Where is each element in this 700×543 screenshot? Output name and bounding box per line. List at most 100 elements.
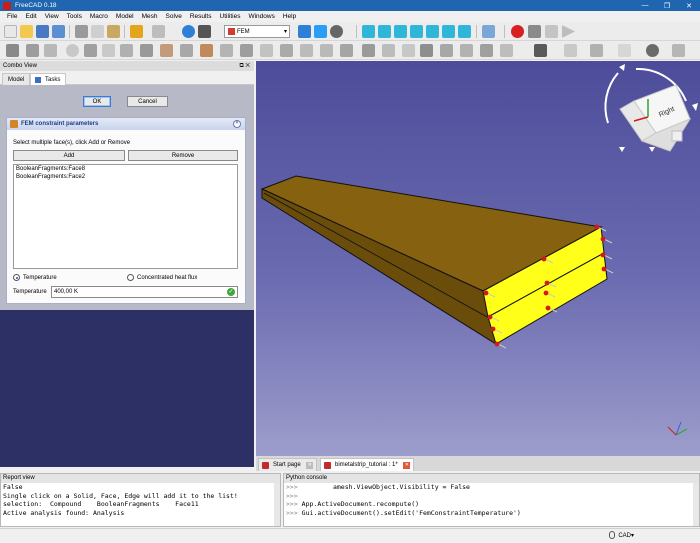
constraint-fixed-icon[interactable] xyxy=(120,44,133,57)
navigation-style-selector[interactable]: CAD▾ xyxy=(609,531,634,539)
menu-results[interactable]: Results xyxy=(186,13,216,20)
constraint-force-icon[interactable] xyxy=(160,44,173,57)
cut-icon[interactable] xyxy=(75,25,88,38)
add-face-button[interactable]: Add xyxy=(13,150,125,161)
element-rotation-icon[interactable] xyxy=(102,44,115,57)
measure-distance-icon[interactable] xyxy=(482,25,495,38)
constraint-heatflux-icon[interactable] xyxy=(220,44,233,57)
whats-this-icon[interactable] xyxy=(198,25,211,38)
radio-heat-flux[interactable]: Concentrated heat flux xyxy=(127,274,197,281)
constraint-initial-temp-icon[interactable] xyxy=(240,44,253,57)
cancel-button[interactable]: Cancel xyxy=(127,96,168,107)
constraint-pulley-icon[interactable] xyxy=(340,44,353,57)
menu-view[interactable]: View xyxy=(41,13,63,20)
material-icon[interactable] xyxy=(26,44,39,57)
mesh-from-shape-icon[interactable] xyxy=(460,44,473,57)
beam-section-icon[interactable] xyxy=(44,44,57,57)
save-icon[interactable] xyxy=(36,25,49,38)
mesh-group-icon[interactable] xyxy=(420,44,433,57)
view-left-icon[interactable] xyxy=(458,25,471,38)
tab-start-page[interactable]: Start page ✕ xyxy=(258,458,318,471)
report-scrollbar[interactable] xyxy=(274,483,280,526)
minimize-button[interactable]: — xyxy=(634,2,656,9)
radio-dot-selected[interactable] xyxy=(13,274,20,281)
menu-tools[interactable]: Tools xyxy=(63,13,86,20)
menu-solve[interactable]: Solve xyxy=(162,13,186,20)
solver-run-icon[interactable] xyxy=(590,44,603,57)
view-front-icon[interactable] xyxy=(378,25,391,38)
draw-style-icon[interactable] xyxy=(330,25,343,38)
mesh-boundary-layer-icon[interactable] xyxy=(440,44,453,57)
report-view[interactable]: Report view False Single click on a Soli… xyxy=(0,473,281,527)
mesh-display-info-icon[interactable] xyxy=(480,44,493,57)
close-window-button[interactable]: ✕ xyxy=(678,2,700,10)
open-folder-icon[interactable] xyxy=(20,25,33,38)
view-right-icon[interactable] xyxy=(410,25,423,38)
close-tab-icon[interactable]: ✕ xyxy=(403,462,411,469)
restore-button[interactable]: ❐ xyxy=(656,2,678,10)
paste-icon[interactable] xyxy=(107,25,120,38)
refresh-icon[interactable] xyxy=(182,25,195,38)
results-purge-icon[interactable] xyxy=(646,44,659,57)
fluid-section-icon[interactable] xyxy=(84,44,97,57)
fit-selection-icon[interactable] xyxy=(314,25,327,38)
close-tab-icon[interactable]: ✕ xyxy=(306,462,314,469)
tab-tasks[interactable]: Tasks xyxy=(30,73,67,85)
redo-icon[interactable] xyxy=(152,25,165,38)
menu-model[interactable]: Model xyxy=(112,13,138,20)
new-document-icon[interactable] xyxy=(4,25,17,38)
radio-dot[interactable] xyxy=(127,274,134,281)
menu-macro[interactable]: Macro xyxy=(86,13,112,20)
menu-mesh[interactable]: Mesh xyxy=(138,13,162,20)
constraint-temperature-icon[interactable] xyxy=(200,44,213,57)
console-scrollbar[interactable] xyxy=(693,483,699,526)
constraint-pressure-icon[interactable] xyxy=(180,44,193,57)
menu-file[interactable]: File xyxy=(3,13,21,20)
float-panel-icon[interactable]: ⧉ ✕ xyxy=(239,61,250,71)
stop-macro-icon[interactable] xyxy=(528,25,541,38)
menu-utilities[interactable]: Utilities xyxy=(216,13,245,20)
view-rear-icon[interactable] xyxy=(426,25,439,38)
remove-face-button[interactable]: Remove xyxy=(128,150,238,161)
tab-model[interactable]: Model xyxy=(2,73,31,85)
fit-all-icon[interactable] xyxy=(298,25,311,38)
temperature-input[interactable]: 400,00 K ✓ xyxy=(51,286,238,298)
mesh-region-icon[interactable] xyxy=(402,44,415,57)
list-item[interactable]: BooleanFragments:Face8 xyxy=(14,165,237,173)
post-pipeline-icon[interactable] xyxy=(672,44,685,57)
copy-icon[interactable] xyxy=(91,25,104,38)
tab-bimetalstrip[interactable]: bimetalstrip_tutorial : 1* ✕ xyxy=(320,458,415,471)
menu-edit[interactable]: Edit xyxy=(21,13,40,20)
solver-control-icon[interactable] xyxy=(564,44,577,57)
view-bottom-icon[interactable] xyxy=(442,25,455,38)
radio-temperature[interactable]: Temperature xyxy=(13,274,57,281)
mesh-clear-icon[interactable] xyxy=(500,44,513,57)
results-show-icon[interactable] xyxy=(618,44,631,57)
collapse-panel-button[interactable]: ^ xyxy=(233,120,241,128)
menu-help[interactable]: Help xyxy=(279,13,300,20)
workbench-selector[interactable]: FEM ▾ xyxy=(224,25,290,38)
undo-icon[interactable] xyxy=(130,25,143,38)
mesh-netgen-icon[interactable] xyxy=(382,44,395,57)
view-top-icon[interactable] xyxy=(394,25,407,38)
view-isometric-icon[interactable] xyxy=(362,25,375,38)
record-macro-icon[interactable] xyxy=(511,25,524,38)
run-macro-icon[interactable] xyxy=(562,25,575,38)
3d-viewport[interactable]: Right xyxy=(256,61,700,456)
solver-calculix-icon[interactable] xyxy=(534,44,547,57)
save-as-icon[interactable] xyxy=(52,25,65,38)
shell-thickness-icon[interactable] xyxy=(66,44,79,57)
constraint-bearing-icon[interactable] xyxy=(300,44,313,57)
constraint-contact-icon[interactable] xyxy=(260,44,273,57)
ok-button[interactable]: OK xyxy=(83,96,111,107)
mesh-gmsh-icon[interactable] xyxy=(362,44,375,57)
constraint-plane-rotation-icon[interactable] xyxy=(280,44,293,57)
python-console[interactable]: Python console >>> amesh.ViewObject.Visi… xyxy=(283,473,700,527)
analysis-container-icon[interactable] xyxy=(6,44,19,57)
constraint-gear-icon[interactable] xyxy=(320,44,333,57)
constraint-displacement-icon[interactable] xyxy=(140,44,153,57)
face-list[interactable]: BooleanFragments:Face8 BooleanFragments:… xyxy=(13,164,238,269)
list-item[interactable]: BooleanFragments:Face2 xyxy=(14,173,237,181)
macro-list-icon[interactable] xyxy=(545,25,558,38)
menu-windows[interactable]: Windows xyxy=(244,13,278,20)
